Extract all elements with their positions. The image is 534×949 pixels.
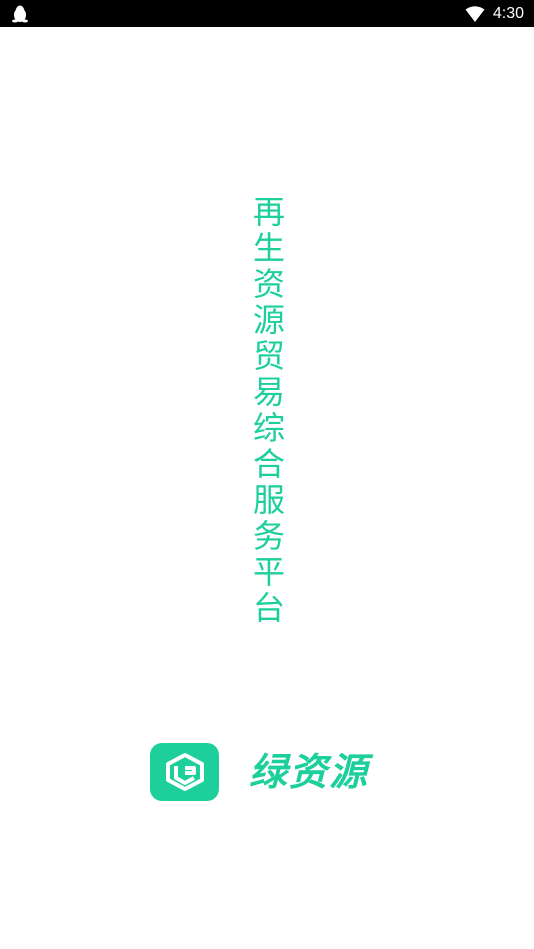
qq-penguin-icon xyxy=(12,5,28,23)
status-bar: 4:30 xyxy=(0,0,534,27)
slogan-text: 再生资源贸易综合服务平台 xyxy=(248,195,286,627)
brand-logo: 绿资源 xyxy=(150,743,369,801)
status-right: 4:30 xyxy=(465,0,524,27)
status-time: 4:30 xyxy=(492,5,524,22)
brand-name: 绿资源 xyxy=(249,750,370,794)
cube-logo-icon xyxy=(150,743,219,801)
wifi-icon xyxy=(465,5,485,22)
